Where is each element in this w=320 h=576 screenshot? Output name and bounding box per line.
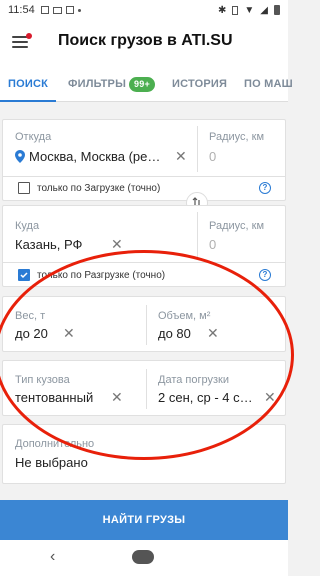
tab-by-vehicle[interactable]: ПО МАШ: [244, 66, 293, 102]
clear-from-icon[interactable]: ✕: [175, 149, 187, 163]
divider: [197, 126, 198, 172]
weight-volume-card: Вес, т до 20 ✕ Объем, м² до 80 ✕: [2, 296, 286, 352]
tab-bar: ПОИСК ФИЛЬТРЫ 99+ ИСТОРИЯ ПО МАШ: [0, 66, 293, 102]
clear-to-icon[interactable]: ✕: [111, 237, 123, 251]
find-cargo-button[interactable]: НАЙТИ ГРУЗЫ: [0, 500, 288, 540]
mail-icon: [52, 6, 62, 14]
filters-count-badge: 99+: [129, 76, 155, 92]
dot-icon: [77, 8, 81, 12]
tab-history[interactable]: ИСТОРИЯ: [172, 66, 227, 102]
signal-icon: ◢: [260, 4, 268, 16]
clear-body-type-icon[interactable]: ✕: [111, 390, 123, 404]
from-radius-label: Радиус, км: [209, 131, 265, 143]
clear-weight-icon[interactable]: ✕: [63, 326, 75, 340]
tab-search-label: ПОИСК: [8, 78, 49, 90]
bodytype-date-card: Тип кузова тентованный ✕ Дата погрузки 2…: [2, 360, 286, 416]
divider: [146, 369, 147, 409]
loading-date-label: Дата погрузки: [158, 374, 229, 386]
clear-volume-icon[interactable]: ✕: [207, 326, 219, 340]
page-title: Поиск грузов в ATI.SU: [58, 32, 233, 49]
from-exact-checkbox[interactable]: [18, 182, 30, 194]
body-type-field[interactable]: тентованный: [15, 390, 93, 405]
home-icon[interactable]: [132, 550, 154, 564]
image-icon: [65, 6, 74, 14]
additional-label: Дополнительно: [15, 438, 95, 450]
bluetooth-icon: ✱: [218, 4, 227, 16]
from-radius-input[interactable]: 0: [209, 149, 216, 164]
notification-dot: [26, 33, 32, 39]
clear-loading-date-icon[interactable]: ✕: [264, 390, 276, 404]
active-tab-indicator: [0, 100, 56, 102]
tab-filters[interactable]: ФИЛЬТРЫ 99+: [68, 66, 155, 102]
to-field[interactable]: Казань, РФ: [15, 237, 82, 252]
loading-date-field[interactable]: 2 сен, ср - 4 с…: [158, 390, 253, 405]
notification-icon: [40, 6, 49, 14]
location-pin-icon: [15, 150, 25, 163]
help-icon[interactable]: ?: [259, 182, 271, 194]
volume-field[interactable]: до 80: [158, 326, 191, 341]
volume-label: Объем, м²: [158, 310, 211, 322]
to-card: Куда Казань, РФ ✕ Радиус, км 0 только по…: [2, 205, 286, 287]
status-time: 11:54: [8, 4, 35, 16]
tab-history-label: ИСТОРИЯ: [172, 78, 228, 90]
weight-label: Вес, т: [15, 310, 46, 322]
from-exact-label: только по Загрузке (точно): [37, 183, 161, 194]
from-label: Откуда: [15, 131, 52, 143]
to-exact-label: только по Разгрузке (точно): [37, 270, 166, 281]
system-nav-bar: ‹: [0, 540, 288, 576]
divider: [3, 262, 285, 263]
battery-icon: [274, 5, 280, 15]
tab-filters-label: ФИЛЬТРЫ: [68, 78, 127, 90]
from-card: Откуда Москва, Москва (ре… ✕ Радиус, км …: [2, 119, 286, 201]
from-field[interactable]: Москва, Москва (ре…: [29, 149, 160, 164]
to-label: Куда: [15, 220, 40, 232]
additional-card[interactable]: Дополнительно Не выбрано: [2, 424, 286, 484]
back-icon[interactable]: ‹: [50, 548, 55, 566]
divider: [3, 176, 285, 177]
to-exact-checkbox[interactable]: [18, 269, 30, 281]
to-radius-label: Радиус, км: [209, 220, 265, 232]
body-type-label: Тип кузова: [15, 374, 70, 386]
additional-value: Не выбрано: [15, 455, 88, 470]
status-bar: 11:54 ✱ ▼ ◢: [0, 0, 288, 20]
vibrate-icon: [232, 5, 239, 15]
menu-icon[interactable]: [12, 33, 32, 48]
divider: [197, 212, 198, 258]
tab-search[interactable]: ПОИСК: [8, 66, 48, 102]
divider: [146, 305, 147, 345]
to-radius-input[interactable]: 0: [209, 237, 216, 252]
wifi-icon: ▼: [244, 4, 255, 16]
tab-by-vehicle-label: ПО МАШ: [244, 78, 293, 90]
help-icon[interactable]: ?: [259, 269, 271, 281]
weight-field[interactable]: до 20: [15, 326, 48, 341]
check-icon: [20, 272, 28, 279]
app-bar: Поиск грузов в ATI.SU: [0, 20, 288, 66]
